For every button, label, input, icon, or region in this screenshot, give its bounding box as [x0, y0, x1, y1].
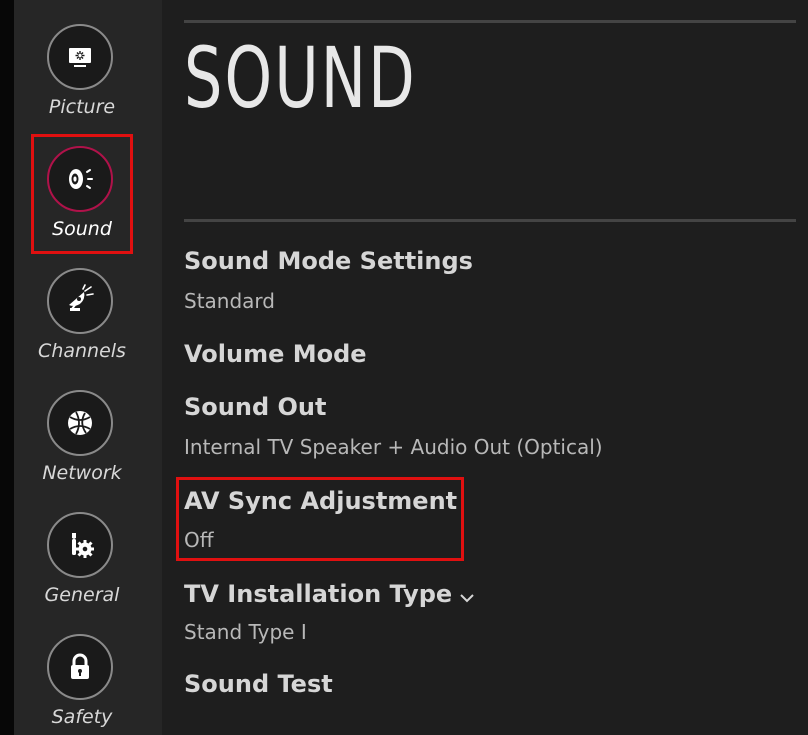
setting-value: Internal TV Speaker + Audio Out (Optical… — [184, 435, 603, 459]
settings-sidebar: Picture Sound Channels Network General S… — [14, 0, 162, 735]
av-sync-highlight-box — [176, 477, 464, 561]
setting-value: Standard — [184, 289, 275, 313]
sidebar-item-safety[interactable]: Safety — [14, 634, 162, 735]
sidebar-item-channels[interactable]: Channels — [14, 268, 162, 386]
sidebar-item-label: Picture — [48, 96, 116, 118]
setting-value: Stand Type I — [184, 620, 307, 644]
picture-icon — [47, 24, 113, 90]
setting-title-text: TV Installation Type — [184, 580, 453, 608]
network-icon — [47, 390, 113, 456]
channels-icon — [47, 268, 113, 334]
sound-settings-panel: SOUND Sound Mode Settings Standard Volum… — [162, 0, 808, 735]
lock-icon — [47, 634, 113, 700]
setting-title: TV Installation Type — [184, 580, 474, 609]
sidebar-item-picture[interactable]: Picture — [14, 24, 162, 142]
sound-highlight-box — [31, 134, 133, 254]
setting-title: Volume Mode — [184, 340, 367, 368]
sidebar-item-label: Network — [42, 462, 122, 484]
tv-settings-screen: Picture Sound Channels Network General S… — [0, 0, 808, 735]
general-icon — [47, 512, 113, 578]
sidebar-item-label: Safety — [51, 706, 113, 728]
title-divider — [184, 219, 796, 222]
left-edge — [0, 0, 14, 735]
page-title: SOUND — [184, 29, 417, 127]
sidebar-item-network[interactable]: Network — [14, 390, 162, 508]
sidebar-item-label: Channels — [38, 340, 126, 362]
sidebar-item-label: General — [44, 584, 120, 606]
sidebar-item-general[interactable]: General — [14, 512, 162, 630]
setting-title: Sound Test — [184, 670, 333, 698]
setting-title: Sound Mode Settings — [184, 247, 473, 275]
top-divider — [184, 20, 796, 23]
chevron-down-icon — [460, 581, 474, 609]
setting-title: Sound Out — [184, 393, 327, 421]
